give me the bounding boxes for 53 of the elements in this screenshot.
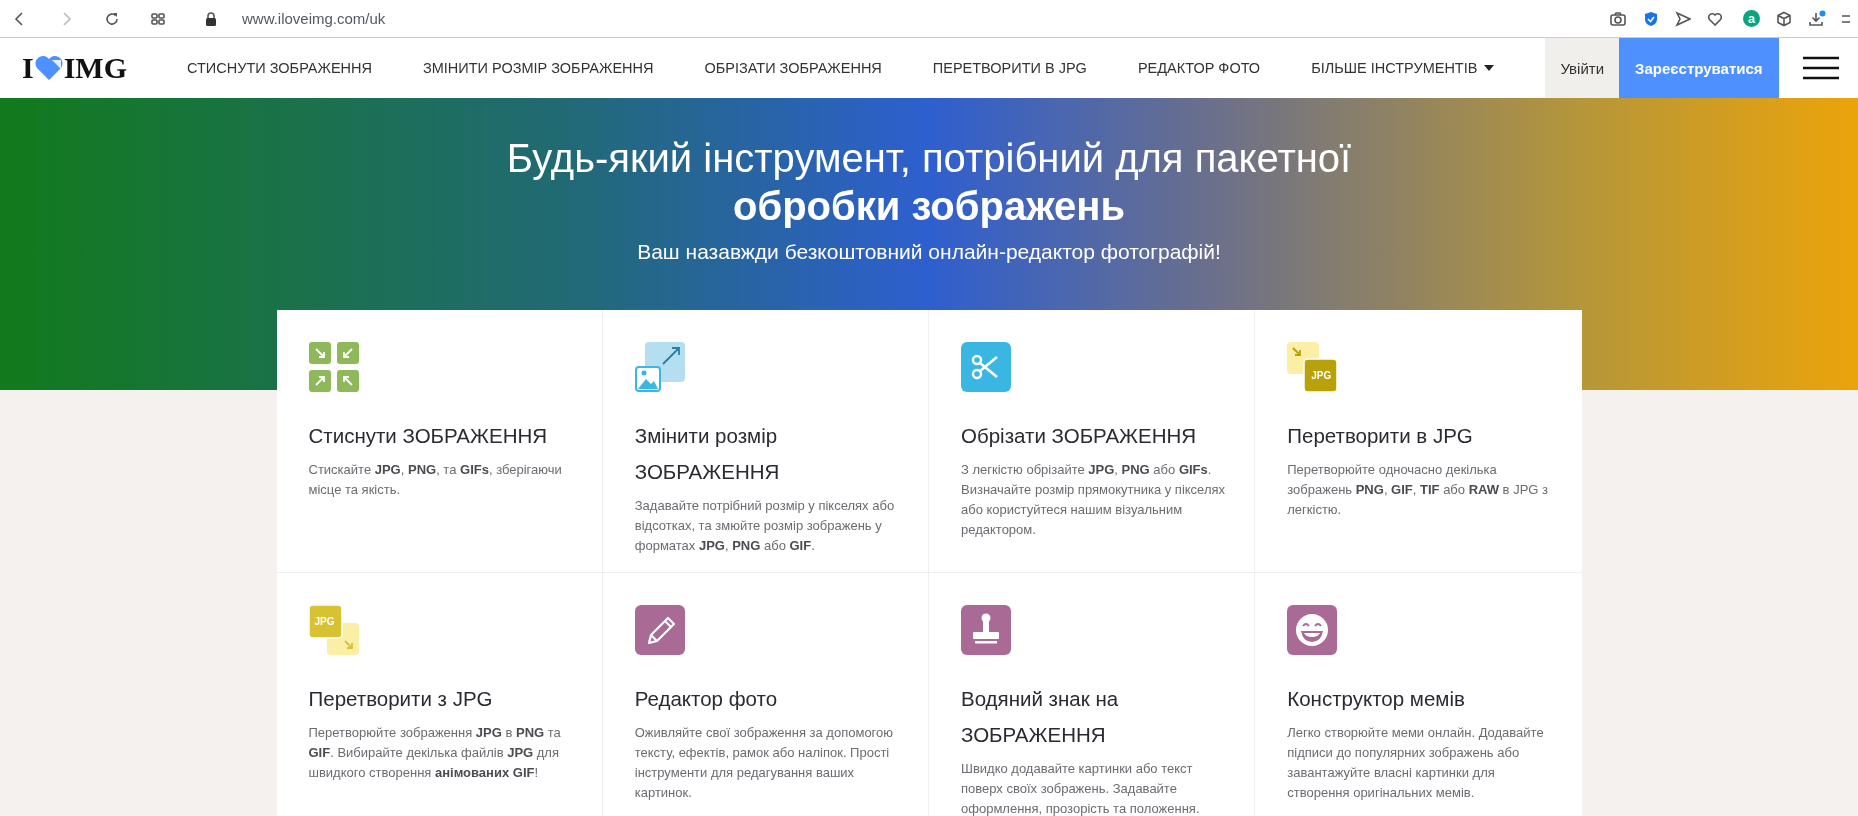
tool-title: Перетворити в JPG <box>1287 423 1474 449</box>
tool-title: Стиснути ЗОБРАЖЕННЯ <box>308 423 549 449</box>
hero-title: Будь-який інструмент, потрібний для пакетної обробки зображень <box>505 135 1353 230</box>
tool-title: Обрізати ЗОБРАЖЕННЯ <box>961 423 1198 449</box>
nav-link[interactable]: ЗМІНИТИ РОЗМІР ЗОБРАЖЕННЯ <box>423 60 654 76</box>
tool-title: Редактор фото <box>634 686 779 712</box>
download-icon[interactable] <box>1808 9 1826 28</box>
lock-icon <box>204 10 218 27</box>
laughing-face-icon <box>1287 605 1338 655</box>
send-icon[interactable] <box>1675 10 1691 27</box>
address-bar[interactable]: www.iloveimg.com/uk <box>242 10 386 27</box>
tool-card[interactable]: Конструктор мемів Легко створюйте меми онлайн. Додавайте підписи до популярних зображень або завантажуйте власні картинки для створення оригінальних мемів. <box>1255 573 1582 816</box>
scissors-icon <box>961 342 1011 392</box>
tool-card[interactable]: Водяний знак на ЗОБРАЖЕННЯ Швидко додавайте картинки або текст поверх своїх зображень. Задавайте оформлення, прозорість та положення. <box>929 573 1256 816</box>
shield-icon[interactable] <box>1643 10 1659 27</box>
tool-card[interactable]: JPG Перетворити з JPG Перетворюйте зображення JPG в PNG та GIF. Вибирайте декілька файлів JPG для швидкого створення анімованих GIF! <box>276 573 603 816</box>
tool-card[interactable]: Редактор фото Оживляйте свої зображення за допомогою тексту, ефектів, рамок або наліпок. Прості інструменти для редагування ваших картинок. <box>602 573 929 816</box>
tool-description: Оживляйте свої зображення за допомогою тексту, ефектів, рамок або наліпок. Прості інструменти для редагування ваших картинок. <box>634 724 895 802</box>
nav-link[interactable]: ОБРІЗАТИ ЗОБРАЖЕННЯ <box>704 60 882 76</box>
camera-icon[interactable] <box>1609 10 1627 27</box>
tool-description: Швидко додавайте картинки або текст поверх своїх зображень. Задавайте оформлення, прозорість та положення. <box>961 760 1201 816</box>
stamp-icon <box>961 605 1011 655</box>
tool-description: Стискайте JPG, PNG, та GIFs, зберігаючи місце та якість. <box>308 461 563 499</box>
pencil-icon <box>634 605 685 655</box>
tool-title: Змінити розмір ЗОБРАЖЕННЯ <box>634 423 781 485</box>
tool-description: З легкістю обрізайте JPG, PNG або GIFs. Визначайте розмір прямокутника у пікселях або користуйтеся нашим візуальним редактором. <box>961 461 1227 539</box>
tool-description: Легко створюйте меми онлайн. Додавайте підписи до популярних зображень або завантажуйте власні картинки для створення оригінальних мемів. <box>1287 724 1545 802</box>
tool-card[interactable]: Стиснути ЗОБРАЖЕННЯ Стискайте JPG, PNG, та GIFs, зберігаючи місце та якість. <box>276 310 603 573</box>
tool-card[interactable]: JPG Перетворити в JPG Перетворюйте одночасно декілька зображень PNG, GIF, TIF або RAW в JPG з легкістю. <box>1255 310 1582 573</box>
tool-description: Перетворюйте зображення JPG в PNG та GIF. Вибирайте декілька файлів JPG для швидкого створення анімованих GIF! <box>308 724 562 782</box>
tabs-grid-icon[interactable] <box>150 10 166 27</box>
arrows-inward-icon <box>308 342 359 392</box>
tool-title: Водяний знак на ЗОБРАЖЕННЯ <box>961 686 1120 748</box>
dropdown-menu-link[interactable]: БІЛЬШЕ ІНСТРУМЕНТІВ <box>1311 60 1495 76</box>
caret-icon <box>1484 65 1495 71</box>
nav-link[interactable]: СТИСНУТИ ЗОБРАЖЕННЯ <box>187 60 372 76</box>
nav-link[interactable]: РЕДАКТОР ФОТО <box>1137 60 1261 76</box>
image-enlarge-icon <box>634 342 685 392</box>
tool-card[interactable]: Обрізати ЗОБРАЖЕННЯ З легкістю обрізайте JPG, PNG або GIFs. Визначайте розмір прямокутника у пікселях або користуйтеся нашим візуальним редактором. <box>929 310 1256 573</box>
reload-icon[interactable] <box>104 10 120 27</box>
heart-icon <box>33 54 64 82</box>
hero-subtitle: Ваш назавжди безкоштовний онлайн-редактор фотографій! <box>637 240 1221 264</box>
menu-icon[interactable] <box>1802 56 1839 80</box>
nav-link[interactable]: ПЕРЕТВОРИТИ В JPG <box>932 60 1087 76</box>
tool-description: Перетворюйте одночасно декілька зображень PNG, GIF, TIF або RAW в JPG з легкістю. <box>1287 461 1549 519</box>
tool-card[interactable]: Змінити розмір ЗОБРАЖЕННЯ Задавайте потрібний розмір у пікселях або відсотках, та змюйте розмір зображень у форматах JPG, PNG або GIF. <box>602 310 929 573</box>
cube-icon[interactable] <box>1776 10 1792 27</box>
tool-title: Перетворити з JPG <box>308 686 494 712</box>
logo[interactable]: I IMG <box>22 38 127 98</box>
tool-title: Конструктор мемів <box>1287 686 1466 712</box>
tool-description: Задавайте потрібний розмір у пікселях або відсотках, та змюйте розмір зображень у форматах JPG, PNG або GIF. <box>634 497 896 555</box>
login-button[interactable]: Увійти <box>1545 38 1620 98</box>
heart-icon[interactable] <box>1707 10 1723 27</box>
